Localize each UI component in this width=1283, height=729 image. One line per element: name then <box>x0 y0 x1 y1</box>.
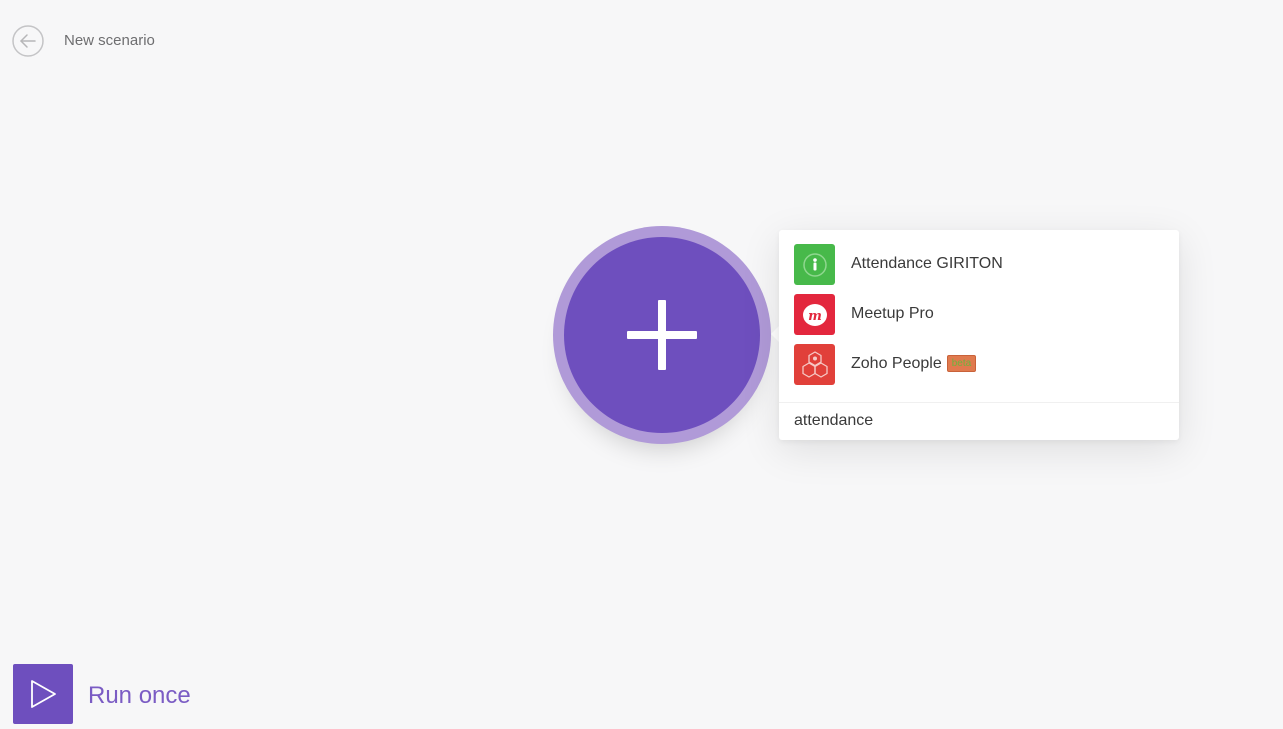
app-search-popover: Attendance GIRITON m Meetup Pro Zoho Peo… <box>779 230 1179 440</box>
result-label: Zoho People beta <box>851 355 977 373</box>
app-search-input[interactable] <box>794 410 1164 432</box>
result-item-zoho-people[interactable]: Zoho People beta <box>794 344 1164 386</box>
run-once-button[interactable] <box>13 664 73 724</box>
add-module-button[interactable] <box>564 237 760 433</box>
zoho-people-app-icon <box>794 344 835 385</box>
giriton-app-icon <box>794 244 835 285</box>
run-once-label[interactable]: Run once <box>88 682 191 710</box>
beta-badge: beta <box>946 355 977 372</box>
scenario-title[interactable]: New scenario <box>64 32 155 49</box>
svg-text:m: m <box>808 309 822 324</box>
result-label: Attendance GIRITON <box>851 255 1003 272</box>
result-item-attendance-giriton[interactable]: Attendance GIRITON <box>794 244 1164 286</box>
app-name: Zoho People <box>851 355 942 372</box>
play-icon <box>31 680 56 708</box>
result-item-meetup-pro[interactable]: m Meetup Pro <box>794 294 1164 336</box>
back-button[interactable] <box>12 25 44 57</box>
result-label: Meetup Pro <box>851 305 934 322</box>
meetup-app-icon: m <box>794 294 835 335</box>
arrow-left-circle-icon <box>12 25 44 57</box>
divider <box>779 402 1179 403</box>
